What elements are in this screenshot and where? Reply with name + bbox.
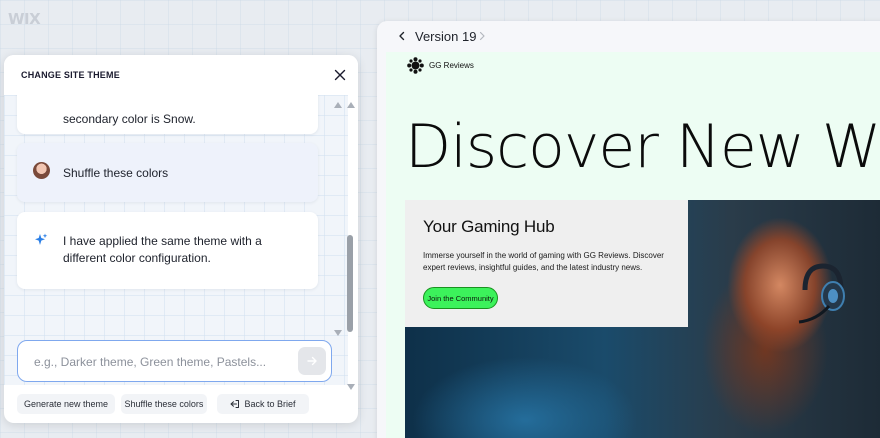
join-community-button[interactable]: Join the Community [423,287,498,309]
chat-message-user: Shuffle these colors [17,143,318,202]
headset-icon [798,263,845,324]
suggestion-chips: Generate new theme Shuffle these colors … [17,394,347,414]
chevron-left-icon[interactable] [397,30,407,42]
brand-name: GG Reviews [429,61,474,70]
change-theme-panel: secondary color is Snow. Shuffle these c… [4,55,358,423]
chat-message-text: I have applied the same theme with a dif… [63,234,262,265]
scroll-up-arrow-icon[interactable] [334,102,342,108]
back-icon [230,400,240,408]
scroll-down-arrow-icon[interactable] [334,330,342,336]
wix-logo: WIX [8,10,41,28]
back-to-brief-button[interactable]: Back to Brief [217,394,309,414]
chip-label: Back to Brief [244,399,296,409]
generate-new-theme-button[interactable]: Generate new theme [17,394,115,414]
scrollbar-thumb[interactable] [347,235,353,332]
chat-message-text: secondary color is Snow. [63,112,196,126]
cta-label: Join the Community [427,293,494,303]
send-arrow-icon [307,356,317,366]
card-description: Immerse yourself in the world of gaming … [423,251,664,272]
shuffle-colors-button[interactable]: Shuffle these colors [121,394,207,414]
chat-message: secondary color is Snow. [17,95,318,134]
chip-label: Generate new theme [23,399,109,409]
theme-prompt-field[interactable] [17,340,332,382]
scroll-up-arrow-icon[interactable] [347,102,355,108]
panel-title: CHANGE SITE THEME [21,70,120,80]
sparkle-icon [35,233,48,245]
chat-message-assistant: I have applied the same theme with a dif… [17,212,318,289]
chat-message-text: Shuffle these colors [63,166,169,180]
hero-info-card: Your Gaming Hub Immerse yourself in the … [405,200,688,327]
send-button[interactable] [298,347,326,375]
hero-title: Discover New W [405,112,880,182]
scroll-down-arrow-icon[interactable] [347,384,355,390]
chip-label: Shuffle these colors [124,399,204,409]
avatar [33,162,50,179]
brand-logo-icon [407,57,424,74]
close-icon[interactable] [332,67,348,83]
card-title: Your Gaming Hub [423,217,555,236]
chat-scrollbar[interactable] [334,100,356,390]
version-bar: Version 19 [377,21,880,52]
version-label: Version 19 [415,29,477,44]
panel-header: CHANGE SITE THEME [4,55,358,95]
theme-prompt-input[interactable] [34,353,284,371]
chevron-right-icon[interactable] [477,30,487,42]
site-preview: Version 19 GG Reviews Discover New W You… [377,21,880,438]
site-page: GG Reviews Discover New W Your Gaming Hu… [386,52,880,438]
